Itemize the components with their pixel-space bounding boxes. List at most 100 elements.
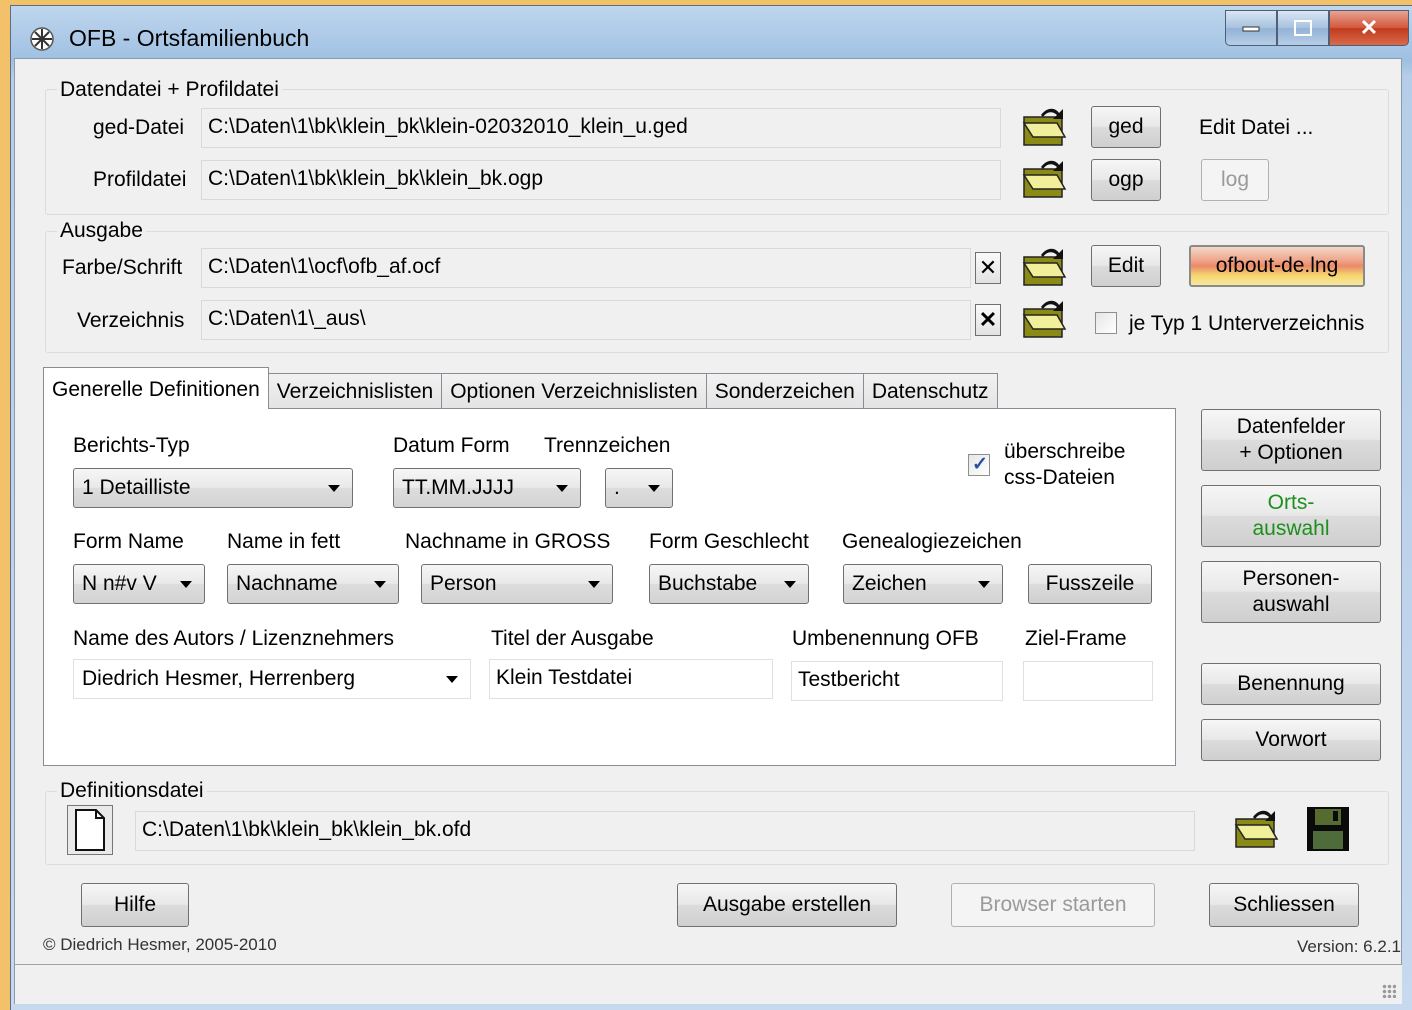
nachname-gross-select[interactable]: Person <box>421 564 613 604</box>
benennung-button[interactable]: Benennung <box>1201 663 1381 705</box>
ogp-button[interactable]: ogp <box>1091 159 1161 201</box>
trennzeichen-label: Trennzeichen <box>544 434 671 457</box>
trennzeichen-select[interactable]: . <box>605 468 673 508</box>
personenauswahl-button[interactable]: Personen- auswahl <box>1201 561 1381 623</box>
chevron-down-icon <box>648 485 660 492</box>
autor-label: Name des Autors / Lizenznehmers <box>73 627 394 650</box>
chevron-down-icon <box>328 485 340 492</box>
open-folder-icon[interactable] <box>1021 103 1067 149</box>
window-title: OFB - Ortsfamilienbuch <box>69 25 310 51</box>
open-folder-icon[interactable] <box>1233 805 1279 851</box>
browser-starten-button[interactable]: Browser starten <box>951 883 1155 927</box>
tab-bar: Generelle Definitionen Verzeichnislisten… <box>43 367 998 409</box>
open-folder-icon[interactable] <box>1021 295 1067 341</box>
form-name-select[interactable]: N n#v V <box>73 564 205 604</box>
ged-path-field[interactable]: C:\Daten\1\bk\klein_bk\klein-02032010_kl… <box>201 108 1001 148</box>
autor-select[interactable]: Diedrich Hesmer, Herrenberg <box>73 659 471 699</box>
titel-ausgabe-label: Titel der Ausgabe <box>491 627 654 650</box>
maximize-button[interactable] <box>1277 10 1329 46</box>
chevron-down-icon <box>556 485 568 492</box>
x-icon: ✕ <box>978 255 998 280</box>
x-icon: ✕ <box>978 307 998 332</box>
open-folder-icon[interactable] <box>1021 155 1067 201</box>
tab-generelle-definitionen[interactable]: Generelle Definitionen <box>43 367 269 409</box>
form-name-label: Form Name <box>73 530 184 553</box>
datenfelder-optionen-button[interactable]: Datenfelder + Optionen <box>1201 409 1381 471</box>
definitionsdatei-legend: Definitionsdatei <box>57 779 207 803</box>
tab-optionen-verzeichnislisten[interactable]: Optionen Verzeichnislisten <box>441 373 707 409</box>
profil-label: Profildatei <box>93 168 187 191</box>
ged-label: ged-Datei <box>93 116 185 139</box>
autor-value: Diedrich Hesmer, Herrenberg <box>82 667 356 690</box>
ausgabe-erstellen-button[interactable]: Ausgabe erstellen <box>677 883 897 927</box>
personen-line2: auswahl <box>1252 593 1330 616</box>
app-icon <box>30 27 54 51</box>
chevron-down-icon <box>374 581 386 588</box>
verzeichnis-label: Verzeichnis <box>77 309 185 332</box>
clear-verzeichnis-button[interactable]: ✕ <box>975 304 1001 336</box>
schliessen-button[interactable]: Schliessen <box>1209 883 1359 927</box>
chevron-down-icon <box>784 581 796 588</box>
new-file-icon <box>75 809 105 851</box>
status-bar <box>14 964 1402 1004</box>
new-file-button[interactable] <box>67 805 113 855</box>
close-window-button[interactable]: ✕ <box>1329 10 1409 46</box>
ueberschreibe-css-checkbox[interactable] <box>968 453 990 476</box>
orts-line2: auswahl <box>1252 517 1330 540</box>
trennzeichen-value: . <box>614 476 620 499</box>
name-fett-value: Nachname <box>236 572 338 595</box>
ziel-frame-input[interactable] <box>1023 661 1153 701</box>
definitionsdatei-field[interactable]: C:\Daten\1\bk\klein_bk\klein_bk.ofd <box>135 811 1195 851</box>
datenfelder-line1: Datenfelder <box>1236 414 1346 438</box>
chevron-down-icon <box>978 581 990 588</box>
close-icon: ✕ <box>1359 15 1379 40</box>
name-fett-select[interactable]: Nachname <box>227 564 399 604</box>
language-file-button[interactable]: ofbout-de.lng <box>1189 245 1365 287</box>
verzeichnis-field[interactable]: C:\Daten\1\_aus\ <box>201 300 971 340</box>
fusszeile-button[interactable]: Fusszeile <box>1028 564 1152 604</box>
ausgabe-legend: Ausgabe <box>57 219 146 243</box>
form-name-value: N n#v V <box>82 572 157 595</box>
ortsauswahl-button[interactable]: Orts- auswahl <box>1201 485 1381 547</box>
name-fett-label: Name in fett <box>227 530 341 553</box>
form-geschlecht-select[interactable]: Buchstabe <box>649 564 809 604</box>
genealogiezeichen-select[interactable]: Zeichen <box>843 564 1003 604</box>
berichts-typ-select[interactable]: 1 Detailliste <box>73 468 353 508</box>
datum-form-select[interactable]: TT.MM.JJJJ <box>393 468 581 508</box>
tab-verzeichnislisten[interactable]: Verzeichnislisten <box>267 373 443 409</box>
tab-datenschutz[interactable]: Datenschutz <box>862 373 998 409</box>
nachname-gross-label: Nachname in GROSS <box>405 530 611 553</box>
edit-button[interactable]: Edit <box>1091 245 1161 287</box>
titel-ausgabe-input[interactable]: Klein Testdatei <box>489 659 773 699</box>
umbenennung-label: Umbenennung OFB <box>792 627 979 650</box>
form-geschlecht-label: Form Geschlecht <box>649 530 809 553</box>
maximize-icon <box>1294 20 1312 36</box>
edit-datei-label: Edit Datei ... <box>1199 116 1314 139</box>
chevron-down-icon <box>446 676 458 683</box>
ged-button[interactable]: ged <box>1091 106 1161 148</box>
main-panel: Datendatei + Profildatei ged-Datei C:\Da… <box>14 58 1402 973</box>
form-geschlecht-value: Buchstabe <box>658 572 758 595</box>
datenfelder-line2: + Optionen <box>1239 441 1343 464</box>
log-button[interactable]: log <box>1201 159 1269 201</box>
save-icon[interactable] <box>1305 805 1351 853</box>
version-text: Version: 6.2.1 <box>1297 937 1401 956</box>
chevron-down-icon <box>180 581 192 588</box>
vorwort-button[interactable]: Vorwort <box>1201 719 1381 761</box>
open-folder-icon[interactable] <box>1021 243 1067 289</box>
copyright-text: © Diedrich Hesmer, 2005-2010 <box>43 935 277 954</box>
nachname-gross-value: Person <box>430 572 497 595</box>
orts-line1: Orts- <box>1267 490 1315 514</box>
resize-grip-icon[interactable] <box>1382 984 1396 998</box>
tab-sonderzeichen[interactable]: Sonderzeichen <box>705 373 864 409</box>
window-controls: ✕ <box>1225 10 1409 46</box>
ueberschreibe-label-line1: überschreibe <box>1004 440 1126 463</box>
umbenennung-input[interactable]: Testbericht <box>791 661 1003 701</box>
hilfe-button[interactable]: Hilfe <box>81 883 189 927</box>
je-typ-checkbox[interactable] <box>1095 312 1117 334</box>
profil-path-field[interactable]: C:\Daten\1\bk\klein_bk\klein_bk.ogp <box>201 160 1001 200</box>
minimize-button[interactable] <box>1225 10 1277 46</box>
clear-farbe-button[interactable]: ✕ <box>975 252 1001 284</box>
farbe-schrift-field[interactable]: C:\Daten\1\ocf\ofb_af.ocf <box>201 248 971 288</box>
ueberschreibe-label-line2: css-Dateien <box>1004 466 1115 489</box>
